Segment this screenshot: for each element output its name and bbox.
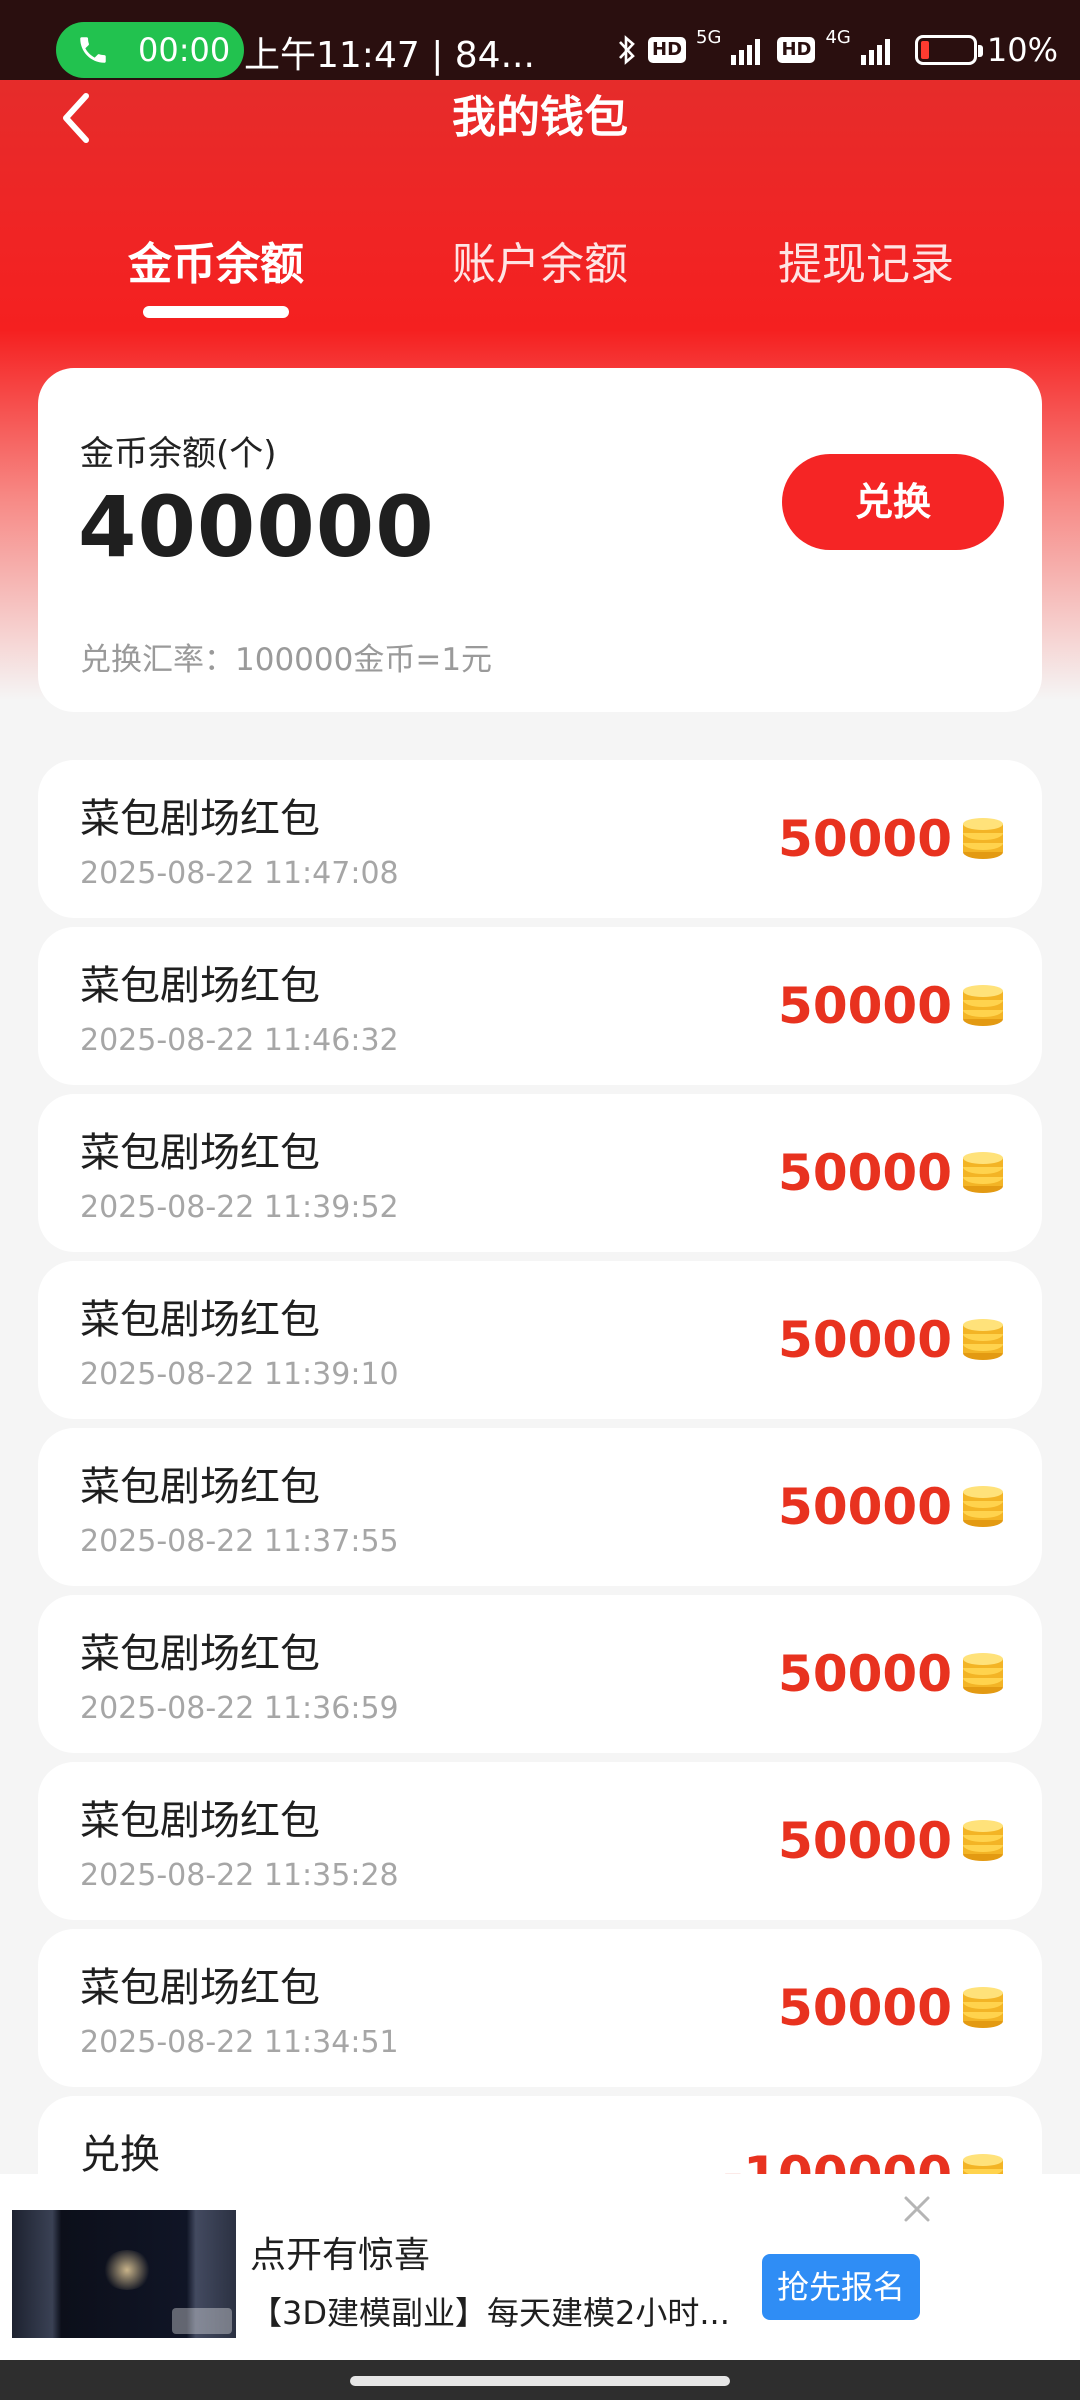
record-time: 2025-08-22 11:35:28 bbox=[80, 1858, 399, 1893]
record-title: 兑换 bbox=[80, 2132, 160, 2174]
record-amount: 50000 bbox=[778, 1979, 952, 2037]
phone-icon bbox=[80, 37, 106, 63]
ad-cta-button[interactable]: 抢先报名 bbox=[762, 2254, 920, 2320]
network-5g-label: 5G bbox=[696, 27, 722, 48]
record-amount: -100000 bbox=[723, 2146, 953, 2174]
ad-thumbnail-glow bbox=[102, 2250, 152, 2290]
signal-icon-2 bbox=[860, 39, 890, 65]
record-title: 菜包剧场红包 bbox=[80, 963, 320, 1009]
record-time: 2025-08-22 11:39:10 bbox=[80, 1357, 399, 1392]
exchange-button[interactable]: 兑换 bbox=[782, 454, 1004, 550]
tab-account-balance[interactable]: 账户余额 bbox=[420, 230, 660, 300]
list-item[interactable]: 菜包剧场红包 2025-08-22 11:36:59 50000 bbox=[38, 1595, 1042, 1753]
record-amount: 50000 bbox=[778, 1144, 952, 1202]
coin-stack-icon bbox=[963, 2154, 1003, 2174]
call-indicator[interactable]: 00:00 bbox=[56, 22, 244, 78]
battery-icon bbox=[914, 35, 983, 65]
ad-thumbnail[interactable] bbox=[12, 2210, 236, 2338]
coin-stack-icon bbox=[963, 1152, 1003, 1193]
record-title: 菜包剧场红包 bbox=[80, 1798, 320, 1844]
record-amount: 50000 bbox=[778, 810, 952, 868]
page-title: 我的钱包 bbox=[452, 92, 628, 143]
record-title: 菜包剧场红包 bbox=[80, 796, 320, 842]
network-4g-label: 4G bbox=[825, 27, 851, 48]
coin-stack-icon bbox=[963, 818, 1003, 859]
coin-stack-icon bbox=[963, 1486, 1003, 1527]
record-amount: 50000 bbox=[778, 1311, 952, 1369]
record-time: 2025-08-22 11:47:08 bbox=[80, 856, 399, 891]
coin-stack-icon bbox=[963, 1987, 1003, 2028]
ad-description[interactable]: 【3D建模副业】每天建模2小时... bbox=[250, 2288, 730, 2334]
record-time: 2025-08-22 11:39:52 bbox=[80, 1190, 399, 1225]
home-indicator[interactable] bbox=[350, 2376, 730, 2386]
signal-icon bbox=[731, 39, 761, 65]
record-time: 2025-08-22 11:36:59 bbox=[80, 1691, 399, 1726]
balance-value: 400000 bbox=[78, 478, 435, 576]
status-bar: 00:00 上午11:47 | 84... HD 5G HD 4G 10% bbox=[0, 0, 1080, 80]
coin-stack-icon bbox=[963, 1319, 1003, 1360]
list-item[interactable]: 菜包剧场红包 2025-08-22 11:47:08 50000 bbox=[38, 760, 1042, 918]
list-item[interactable]: 菜包剧场红包 2025-08-22 11:34:51 50000 bbox=[38, 1929, 1042, 2087]
record-time: 2025-08-22 11:37:55 bbox=[80, 1524, 399, 1559]
record-amount: 50000 bbox=[778, 1812, 952, 1870]
list-item[interactable]: 菜包剧场红包 2025-08-22 11:39:10 50000 bbox=[38, 1261, 1042, 1419]
coin-stack-icon bbox=[963, 1653, 1003, 1694]
record-list: 菜包剧场红包 2025-08-22 11:47:08 50000 菜包剧场红包 … bbox=[38, 760, 1042, 2174]
ad-banner[interactable]: 点开有惊喜 【3D建模副业】每天建模2小时... 抢先报名 bbox=[0, 2174, 1080, 2360]
record-title: 菜包剧场红包 bbox=[80, 1130, 320, 1176]
coin-stack-icon bbox=[963, 1820, 1003, 1861]
list-item[interactable]: 兑换 -100000 bbox=[38, 2096, 1042, 2174]
list-item[interactable]: 菜包剧场红包 2025-08-22 11:46:32 50000 bbox=[38, 927, 1042, 1085]
status-time: 上午11:47 | 84... bbox=[244, 35, 535, 76]
bluetooth-icon bbox=[619, 35, 635, 65]
hd-badge-1: HD bbox=[648, 37, 687, 63]
tab-coin-balance[interactable]: 金币余额 bbox=[96, 230, 336, 300]
call-timer: 00:00 bbox=[138, 31, 231, 69]
record-time: 2025-08-22 11:46:32 bbox=[80, 1023, 399, 1058]
list-item[interactable]: 菜包剧场红包 2025-08-22 11:37:55 50000 bbox=[38, 1428, 1042, 1586]
list-item[interactable]: 菜包剧场红包 2025-08-22 11:39:52 50000 bbox=[38, 1094, 1042, 1252]
record-title: 菜包剧场红包 bbox=[80, 1965, 320, 2011]
record-amount: 50000 bbox=[778, 977, 952, 1035]
exchange-rate: 兑换汇率：100000金币=1元 bbox=[80, 642, 493, 678]
battery-percent: 10% bbox=[986, 31, 1058, 69]
ad-tag bbox=[172, 2308, 232, 2334]
record-title: 菜包剧场红包 bbox=[80, 1631, 320, 1677]
close-icon[interactable] bbox=[900, 2192, 934, 2226]
balance-label: 金币余额(个) bbox=[80, 434, 277, 474]
hd-badge-2: HD bbox=[777, 37, 816, 63]
record-title: 菜包剧场红包 bbox=[80, 1297, 320, 1343]
record-time: 2025-08-22 11:34:51 bbox=[80, 2025, 399, 2060]
ad-title[interactable]: 点开有惊喜 bbox=[250, 2226, 430, 2278]
record-amount: 50000 bbox=[778, 1478, 952, 1536]
record-amount: 50000 bbox=[778, 1645, 952, 1703]
balance-card: 金币余额(个) 400000 兑换 兑换汇率：100000金币=1元 bbox=[38, 368, 1042, 712]
coin-stack-icon bbox=[963, 985, 1003, 1026]
record-title: 菜包剧场红包 bbox=[80, 1464, 320, 1510]
navigation-bar bbox=[0, 2360, 1080, 2400]
list-item[interactable]: 菜包剧场红包 2025-08-22 11:35:28 50000 bbox=[38, 1762, 1042, 1920]
status-icons: HD 5G HD 4G 10% bbox=[616, 22, 1058, 78]
tab-withdraw-records[interactable]: 提现记录 bbox=[746, 230, 986, 300]
active-tab-indicator bbox=[143, 306, 289, 318]
